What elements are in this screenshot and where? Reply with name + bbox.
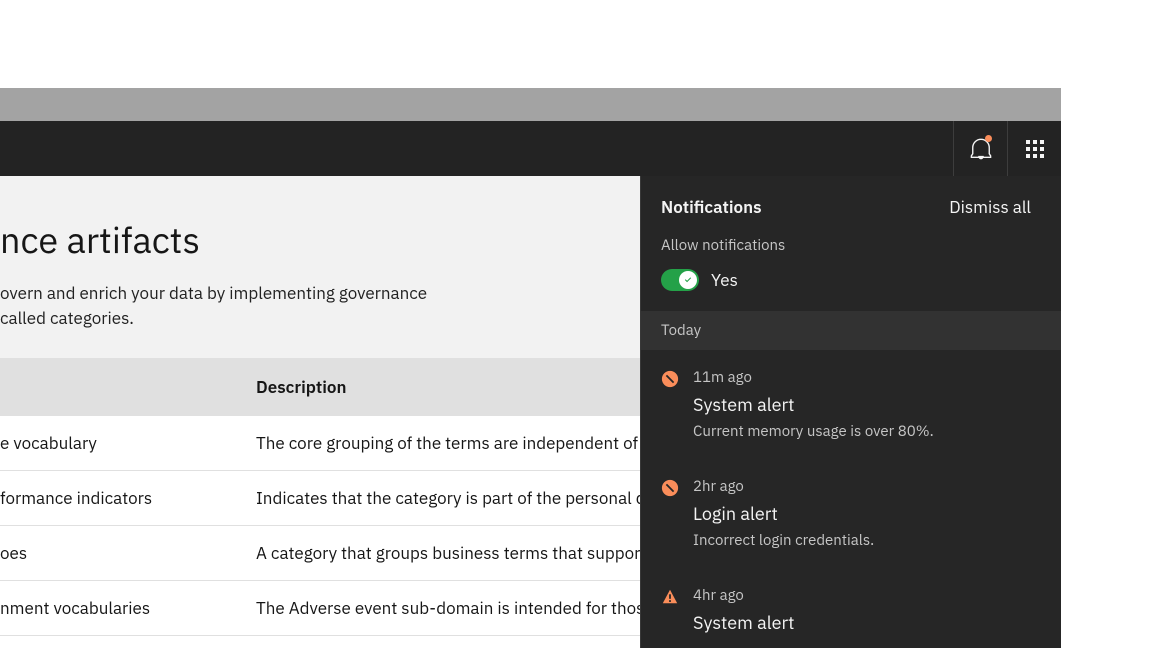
notification-time: 4hr ago: [693, 586, 794, 605]
notification-body: Current memory usage is over 80%.: [693, 422, 934, 441]
allow-notifications-label: Allow notifications: [661, 236, 1041, 255]
app-top-bar: [0, 121, 1061, 176]
warning-icon: [661, 588, 679, 606]
cell-name: nment vocabularies: [0, 581, 256, 636]
notification-time: 11m ago: [693, 368, 934, 387]
notification-heading: Login alert: [693, 502, 874, 525]
apps-grid-icon: [1026, 140, 1044, 158]
dismiss-all-button[interactable]: Dismiss all: [949, 196, 1031, 218]
notification-content: 2hr ago Login alert Incorrect login cred…: [693, 477, 874, 550]
notification-item[interactable]: 11m ago System alert Current memory usag…: [641, 350, 1061, 459]
col-header-name: [0, 358, 256, 416]
notification-content: 4hr ago System alert: [693, 586, 794, 640]
error-icon: [661, 479, 679, 497]
notifications-panel: Notifications Dismiss all Allow notifica…: [640, 176, 1061, 648]
page-desc-line1: overn and enrich your data by implementi…: [0, 282, 427, 304]
top-bar-actions: [953, 121, 1061, 176]
cell-name: oes: [0, 526, 256, 581]
notifications-button[interactable]: [953, 121, 1007, 176]
cell-name: e vocabulary: [0, 416, 256, 471]
app-switcher-button[interactable]: [1007, 121, 1061, 176]
window-chrome-bar: [0, 88, 1061, 121]
check-icon: [683, 275, 693, 285]
error-icon: [661, 370, 679, 388]
allow-toggle-row: Yes: [661, 269, 1041, 311]
notification-body: Incorrect login credentials.: [693, 531, 874, 550]
notification-item[interactable]: 2hr ago Login alert Incorrect login cred…: [641, 459, 1061, 568]
notification-heading: System alert: [693, 393, 934, 416]
notifications-section-today: Today: [641, 311, 1061, 350]
toggle-knob: [679, 271, 697, 289]
notification-item[interactable]: 4hr ago System alert: [641, 568, 1061, 648]
page-desc-line2: called categories.: [0, 307, 134, 329]
notifications-title: Notifications: [661, 196, 762, 218]
notification-heading: System alert: [693, 611, 794, 634]
notification-content: 11m ago System alert Current memory usag…: [693, 368, 934, 441]
cell-name: formance indicators: [0, 471, 256, 526]
notifications-header: Notifications Dismiss all: [641, 176, 1061, 218]
allow-notifications-section: Allow notifications Yes: [641, 218, 1061, 311]
allow-notifications-toggle[interactable]: [661, 269, 699, 291]
page-description: overn and enrich your data by implementi…: [0, 281, 470, 330]
notification-time: 2hr ago: [693, 477, 874, 496]
notification-dot-icon: [985, 135, 992, 142]
toggle-value-label: Yes: [711, 269, 738, 291]
